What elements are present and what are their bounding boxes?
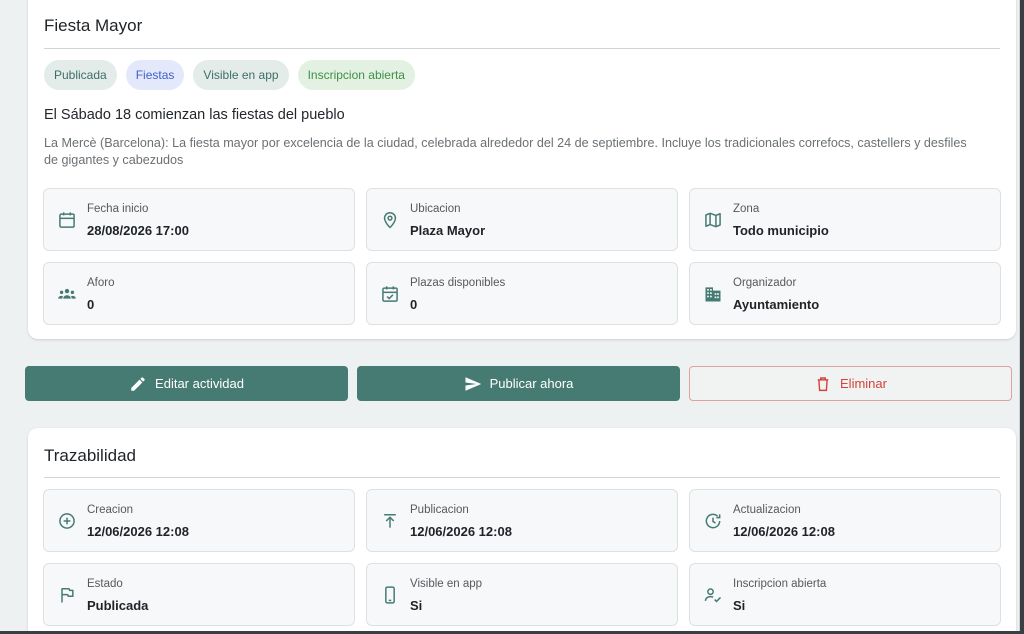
person-check-icon	[703, 585, 723, 605]
traceability-title: Trazabilidad	[44, 446, 136, 465]
map-icon	[703, 210, 723, 230]
activity-card: Fiesta Mayor Publicada Fiestas Visible e…	[28, 0, 1016, 339]
app-frame: Fiesta Mayor Publicada Fiestas Visible e…	[0, 0, 1020, 631]
trace-value: 12/06/2026 12:08	[733, 524, 835, 539]
trace-value: Publicada	[87, 598, 149, 613]
detail-label: Organizador	[733, 277, 797, 289]
trace-value: 12/06/2026 12:08	[87, 524, 189, 539]
trash-icon	[814, 375, 832, 393]
delete-label: Eliminar	[840, 376, 887, 391]
detail-plazas-disponibles: Plazas disponibles 0	[366, 262, 678, 325]
title-divider	[44, 48, 1000, 49]
add-circle-icon	[57, 511, 77, 531]
chip-fiestas: Fiestas	[125, 60, 185, 90]
detail-label: Fecha inicio	[87, 203, 149, 215]
activity-title: Fiesta Mayor	[44, 16, 143, 35]
publish-now-label: Publicar ahora	[489, 376, 574, 391]
trace-value: Si	[410, 598, 423, 613]
detail-organizador: Organizador Ayuntamiento	[689, 262, 1001, 325]
trace-value: 12/06/2026 12:08	[410, 524, 512, 539]
chip-inscripcion-abierta: Inscripcion abierta	[297, 60, 415, 90]
trace-estado: Estado Publicada	[43, 563, 355, 626]
detail-value: Ayuntamiento	[733, 297, 820, 312]
flag-icon	[57, 585, 77, 605]
trace-label: Visible en app	[410, 578, 483, 590]
trace-creacion: Creacion 12/06/2026 12:08	[43, 489, 355, 552]
detail-label: Aforo	[87, 277, 115, 289]
traceability-grid: Creacion 12/06/2026 12:08 Publicacion 12…	[43, 489, 1002, 626]
detail-fecha-inicio: Fecha inicio 28/08/2026 17:00	[43, 188, 355, 251]
publish-icon	[380, 511, 400, 531]
detail-label: Plazas disponibles	[410, 277, 506, 289]
detail-label: Zona	[733, 203, 760, 215]
trace-label: Creacion	[87, 504, 134, 516]
people-icon	[57, 284, 77, 304]
calendar-check-icon	[380, 284, 400, 304]
delete-button[interactable]: Eliminar	[689, 366, 1012, 401]
activity-subtitle: El Sábado 18 comienzan las fiestas del p…	[44, 107, 345, 123]
detail-value: Todo municipio	[733, 223, 829, 238]
trace-publicacion: Publicacion 12/06/2026 12:08	[366, 489, 678, 552]
action-bar: Editar actividad Publicar ahora Eliminar	[25, 366, 1012, 401]
detail-value: 0	[87, 297, 95, 312]
publish-now-button[interactable]: Publicar ahora	[357, 366, 680, 401]
trace-inscripcion-abierta: Inscripcion abierta Si	[689, 563, 1001, 626]
detail-aforo: Aforo 0	[43, 262, 355, 325]
edit-activity-button[interactable]: Editar actividad	[25, 366, 348, 401]
trace-label: Actualizacion	[733, 504, 801, 516]
trace-actualizacion: Actualizacion 12/06/2026 12:08	[689, 489, 1001, 552]
send-icon	[464, 375, 482, 393]
detail-label: Ubicacion	[410, 203, 461, 215]
location-pin-icon	[380, 210, 400, 230]
detail-ubicacion: Ubicacion Plaza Mayor	[366, 188, 678, 251]
trace-label: Inscripcion abierta	[733, 578, 827, 590]
trace-visible-en-app: Visible en app Si	[366, 563, 678, 626]
update-icon	[703, 511, 723, 531]
detail-value: 28/08/2026 17:00	[87, 223, 189, 238]
trace-label: Publicacion	[410, 504, 469, 516]
trace-value: Si	[733, 598, 746, 613]
status-chips: Publicada Fiestas Visible en app Inscrip…	[44, 60, 415, 90]
chip-visible-en-app: Visible en app	[193, 60, 289, 90]
activity-details-grid: Fecha inicio 28/08/2026 17:00 Ubicacion …	[43, 188, 1002, 325]
phone-icon	[380, 585, 400, 605]
calendar-icon	[57, 210, 77, 230]
chip-publicada: Publicada	[44, 60, 117, 90]
traceability-card: Trazabilidad Creacion 12/06/2026 12:08 P…	[28, 428, 1016, 631]
edit-activity-label: Editar actividad	[155, 376, 244, 391]
detail-value: 0	[410, 297, 418, 312]
pencil-icon	[129, 375, 147, 393]
detail-zona: Zona Todo municipio	[689, 188, 1001, 251]
activity-description: La Mercè (Barcelona): La fiesta mayor po…	[44, 136, 967, 167]
detail-value: Plaza Mayor	[410, 223, 486, 238]
building-icon	[703, 284, 723, 304]
trace-label: Estado	[87, 578, 123, 590]
traceability-divider	[44, 477, 1000, 478]
